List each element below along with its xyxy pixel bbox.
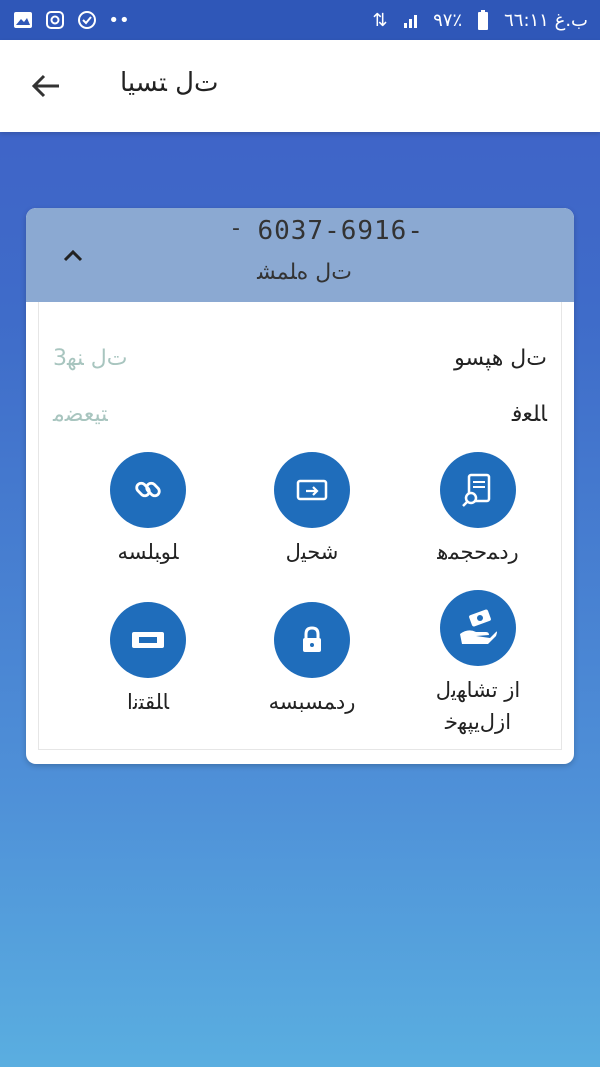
- transfer-icon: [296, 479, 328, 501]
- action-circle: [110, 452, 186, 528]
- action-label: ﻠﻮﺒﻠﺴﻪ: [117, 540, 179, 564]
- info-row-status: ﺎﻠﻌﻓ ﺘﯿﻌﻀﻣ: [39, 402, 561, 438]
- back-arrow-icon: [31, 74, 59, 98]
- action-label: ﺎﻠﻘﺘﻧﺍ: [127, 690, 169, 714]
- action-circle: [110, 602, 186, 678]
- action-circle: [274, 602, 350, 678]
- status-right: ⇅ ٩٧٪ ب.غ ٦٦:١١: [369, 9, 588, 31]
- info-value: ﺘﯿﻌﻀﻣ: [53, 402, 108, 427]
- action-link[interactable]: ﻠﻮﺒﻠﺴﻪ: [73, 452, 223, 568]
- action-cash[interactable]: ﺍﺯ ﺗﺸﺎﻬﻳ‌ﻝ ﺍﺯﻝﻳﭙﻬﺧ: [403, 590, 553, 738]
- gallery-icon: [12, 9, 34, 31]
- action-card-transfer[interactable]: ﺎﻠﻘﺘﻧﺍ: [73, 602, 223, 718]
- app-bar: ت‌ﻝ ﺘﺴﻴﺎ: [0, 40, 600, 132]
- info-row-type: ت‌ﻝ ﻫﭙﺴﻮ ت‌ﻝ ﻨﻬ3: [39, 346, 561, 382]
- info-label: ﺎﻠﻌﻓ: [511, 402, 547, 427]
- info-label: ت‌ﻝ ﻫﭙﺴﻮ: [454, 346, 547, 371]
- money-hand-icon: [460, 609, 497, 644]
- battery-icon: [472, 9, 494, 31]
- action-label: ﺭﺩﻤﺴﺒﺴﻪ: [268, 690, 356, 714]
- action-statement[interactable]: ﺭﺩﻤﺣﺠﻤﻫ: [403, 452, 553, 568]
- link-icon: [135, 481, 161, 498]
- card-transfer-icon: [132, 632, 164, 648]
- action-label: ﺷﺤﻴ‌ﻝ: [285, 540, 339, 564]
- card-number: 6037-6916-: [257, 216, 424, 246]
- action-lock[interactable]: ﺭﺩﻤﺴﺒﺴﻪ: [237, 602, 387, 718]
- card-label: ت‌ﻝ ﻩ‌ﻠﻤﺸ: [257, 260, 352, 285]
- action-label-line2: ﺍﺯﻝﻳﭙﻬﺧ: [444, 710, 512, 734]
- back-button[interactable]: [28, 68, 64, 104]
- action-label: ﺭﺩﻤﺣﺠﻤﻫ: [437, 540, 519, 564]
- action-circle: [440, 590, 516, 666]
- page-title: ت‌ﻝ ﺘﺴﻴﺎ: [120, 68, 219, 98]
- whatsapp-icon: [76, 9, 98, 31]
- lock-icon: [303, 626, 321, 652]
- more-dots-icon: ••: [108, 9, 130, 31]
- receipt-search-icon: [462, 473, 491, 507]
- action-transfer[interactable]: ﺷﺤﻴ‌ﻝ: [237, 452, 387, 568]
- card-dash: -: [232, 216, 240, 241]
- status-left: ••: [12, 9, 130, 31]
- info-value: ت‌ﻝ ﻨﻬ3: [53, 346, 128, 371]
- battery-percent: ٩٧٪: [433, 9, 463, 31]
- action-label: ﺍﺯ ﺗﺸﺎﻬﻳ‌ﻝ: [435, 678, 521, 702]
- card-panel: - 6037-6916- ت‌ﻝ ﻩ‌ﻠﻤﺸ ت‌ﻝ ﻫﭙﺴﻮ ت‌ﻝ ﻨﻬ3 …: [26, 208, 574, 764]
- action-circle: [274, 452, 350, 528]
- collapse-button[interactable]: [58, 242, 88, 270]
- instagram-icon: [44, 9, 66, 31]
- card-header[interactable]: - 6037-6916- ت‌ﻝ ﻩ‌ﻠﻤﺸ: [26, 208, 574, 302]
- data-icon: ⇅: [372, 9, 388, 31]
- action-circle: [440, 452, 516, 528]
- status-bar: •• ⇅ ٩٧٪ ب.غ ٦٦:١١: [0, 0, 600, 40]
- card-body: ت‌ﻝ ﻫﭙﺴﻮ ت‌ﻝ ﻨﻬ3 ﺎﻠﻌﻓ ﺘﯿﻌﻀﻣ ﺭﺩﻤﺣﺠﻤﻫ: [38, 302, 562, 750]
- status-time: ب.غ ٦٦:١١: [504, 9, 588, 31]
- signal-icon: [401, 9, 423, 31]
- chevron-up-icon: [63, 249, 83, 262]
